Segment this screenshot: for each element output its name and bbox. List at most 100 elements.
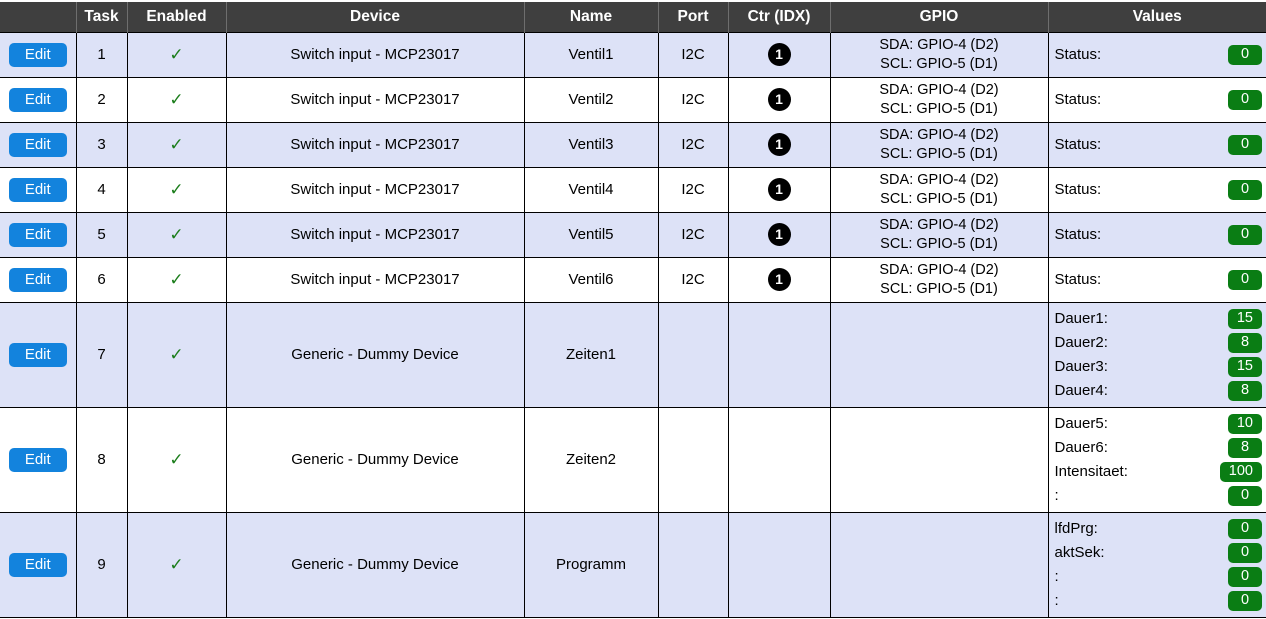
check-icon: ✓	[169, 44, 184, 64]
value-label: Dauer1:	[1054, 310, 1108, 327]
cell-task-number: 5	[75, 211, 128, 258]
cell-values: Status: 0	[1047, 76, 1266, 123]
cell-ctr-idx: 1	[727, 121, 831, 168]
value-row: Status: 0	[1055, 268, 1262, 292]
cell-enabled: ✓	[126, 511, 227, 618]
cell-edit: Edit	[0, 76, 77, 123]
values-list: lfdPrg: 0 aktSek: 0:0:0	[1049, 513, 1266, 617]
cell-port: I2C	[657, 76, 729, 123]
value-badge: 0	[1228, 485, 1262, 506]
cell-enabled: ✓	[126, 121, 227, 168]
cell-gpio	[829, 511, 1049, 618]
value-row: Intensitaet: 100	[1055, 460, 1262, 484]
column-header-port: Port	[657, 2, 729, 32]
edit-button[interactable]: Edit	[8, 447, 67, 472]
cell-port: I2C	[657, 256, 729, 303]
cell-enabled: ✓	[126, 76, 227, 123]
gpio-lines: SDA: GPIO-4 (D2) SCL: GPIO-5 (D1)	[831, 168, 1048, 212]
value-row: Dauer5: 10	[1054, 412, 1262, 436]
cell-values: Status: 0	[1047, 256, 1266, 303]
value-row: Dauer3: 15	[1055, 355, 1262, 379]
cell-name: Ventil4	[523, 166, 659, 213]
table-header: Task Enabled Device Name Port Ctr (IDX) …	[0, 2, 1266, 32]
column-header-name: Name	[523, 2, 659, 32]
value-row: :0	[1054, 484, 1262, 508]
cell-name: Zeiten1	[523, 301, 659, 408]
cell-port	[657, 406, 729, 513]
cell-edit: Edit	[0, 31, 77, 78]
value-label: lfdPrg:	[1054, 520, 1098, 537]
value-label: aktSek:	[1054, 544, 1105, 561]
cell-task-number: 2	[75, 76, 128, 123]
cell-ctr-idx: 1	[727, 76, 831, 123]
cell-gpio	[829, 301, 1049, 408]
cell-values: Status: 0	[1047, 166, 1266, 213]
value-row: Dauer6: 8	[1055, 436, 1262, 460]
cell-port	[657, 301, 729, 408]
edit-button[interactable]: Edit	[8, 177, 67, 202]
edit-button[interactable]: Edit	[8, 87, 67, 112]
ctr-index-badge: 1	[767, 178, 791, 201]
values-list: Status: 0	[1049, 219, 1266, 251]
value-badge: 0	[1228, 542, 1262, 563]
check-icon: ✓	[169, 269, 184, 289]
cell-gpio	[829, 406, 1049, 513]
cell-device: Switch input - MCP23017	[225, 256, 525, 303]
cell-device: Switch input - MCP23017	[225, 31, 525, 78]
cell-ctr-idx: 1	[727, 211, 831, 258]
cell-enabled: ✓	[126, 301, 227, 408]
table-row: Edit 6 ✓ Switch input - MCP23017 Ventil6 I2C 1…	[0, 256, 1266, 303]
gpio-lines: SDA: GPIO-4 (D2) SCL: GPIO-5 (D1)	[831, 258, 1048, 302]
value-badge: 0	[1228, 179, 1262, 200]
cell-task-number: 3	[75, 121, 128, 168]
cell-gpio: SDA: GPIO-4 (D2) SCL: GPIO-5 (D1)	[829, 256, 1049, 303]
edit-button[interactable]: Edit	[8, 267, 67, 292]
ctr-index-badge: 1	[767, 43, 791, 66]
cell-name: Ventil3	[523, 121, 659, 168]
column-header-ctr-idx: Ctr (IDX)	[727, 2, 831, 32]
gpio-line: SDA: GPIO-4 (D2)	[879, 216, 999, 233]
cell-task-number: 6	[75, 256, 128, 303]
table-row: Edit 7 ✓ Generic - Dummy Device Zeiten1 Dauer…	[0, 301, 1266, 408]
value-row: :0	[1054, 565, 1262, 589]
ctr-index-badge: 1	[767, 268, 791, 291]
cell-enabled: ✓	[126, 31, 227, 78]
cell-enabled: ✓	[126, 211, 227, 258]
cell-ctr-idx: 1	[727, 31, 831, 78]
edit-button[interactable]: Edit	[8, 222, 67, 247]
value-label: Dauer2:	[1054, 334, 1108, 351]
gpio-line: SCL: GPIO-5 (D1)	[880, 280, 998, 297]
edit-button[interactable]: Edit	[8, 342, 67, 367]
edit-button[interactable]: Edit	[8, 132, 67, 157]
gpio-lines: SDA: GPIO-4 (D2) SCL: GPIO-5 (D1)	[831, 78, 1048, 122]
cell-name: Ventil2	[523, 76, 659, 123]
column-header-enabled: Enabled	[126, 2, 227, 32]
value-label: :	[1054, 487, 1059, 504]
cell-port: I2C	[657, 31, 729, 78]
gpio-line: SDA: GPIO-4 (D2)	[879, 126, 999, 143]
value-badge: 0	[1228, 224, 1262, 245]
gpio-line: SDA: GPIO-4 (D2)	[879, 81, 999, 98]
value-label: :	[1054, 568, 1059, 585]
value-row: lfdPrg: 0	[1054, 517, 1262, 541]
edit-button[interactable]: Edit	[8, 42, 67, 67]
cell-edit: Edit	[0, 406, 77, 513]
ctr-index-badge: 1	[767, 133, 791, 156]
value-label: Status:	[1054, 136, 1102, 153]
check-icon: ✓	[169, 224, 184, 244]
value-badge: 0	[1228, 590, 1262, 611]
cell-ctr-idx: 1	[727, 166, 831, 213]
ctr-index-badge: 1	[767, 88, 791, 111]
cell-values: Status: 0	[1047, 121, 1266, 168]
gpio-lines: SDA: GPIO-4 (D2) SCL: GPIO-5 (D1)	[831, 123, 1048, 167]
table-header-row: Task Enabled Device Name Port Ctr (IDX) …	[0, 2, 1266, 32]
edit-button[interactable]: Edit	[8, 552, 67, 577]
value-label: Dauer5:	[1054, 415, 1108, 432]
gpio-line: SDA: GPIO-4 (D2)	[879, 261, 999, 278]
value-label: Status:	[1054, 91, 1102, 108]
gpio-line: SCL: GPIO-5 (D1)	[880, 235, 998, 252]
value-row: Dauer1: 15	[1054, 307, 1262, 331]
value-badge: 8	[1228, 437, 1262, 458]
cell-values: Dauer1: 15 Dauer2: 8 Dauer3: 15 Dauer4: 8	[1047, 301, 1266, 408]
cell-name: Ventil6	[523, 256, 659, 303]
